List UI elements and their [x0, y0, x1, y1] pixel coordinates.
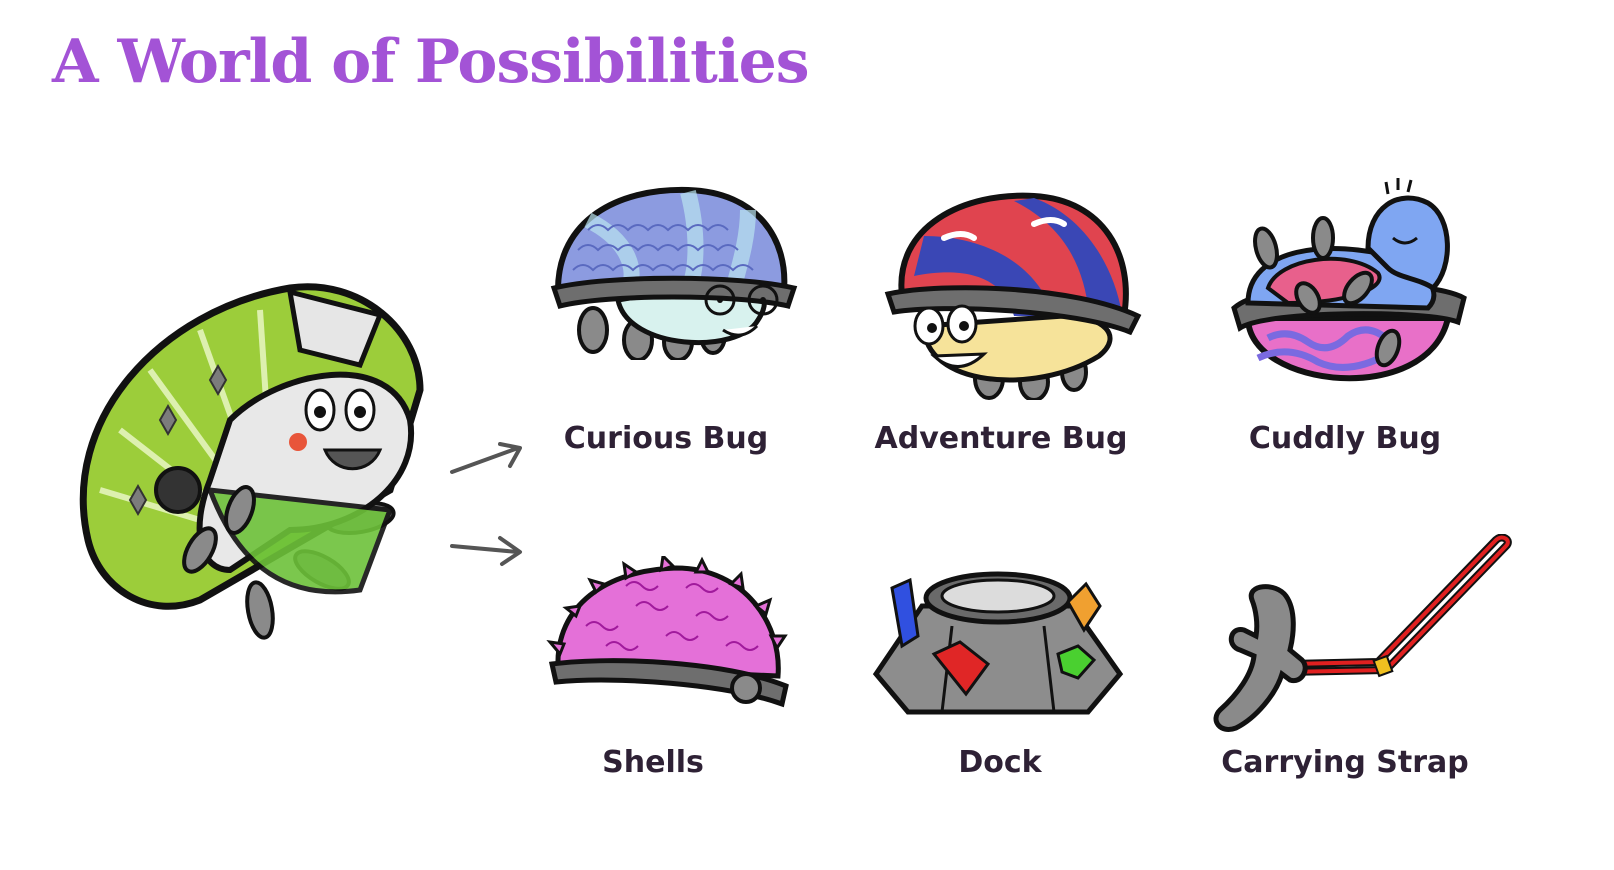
shells-illustration: [546, 556, 789, 708]
item-label-curious-bug: Curious Bug: [563, 421, 769, 456]
carrying-strap-illustration: [1213, 534, 1512, 732]
arrow-icon: [450, 536, 522, 566]
adventure-bug-illustration: [884, 192, 1142, 400]
slide: A World of Possibilities Curious Bug Adv…: [0, 0, 1614, 870]
dock-illustration: [872, 571, 1124, 715]
item-label-adventure-bug: Adventure Bug: [874, 421, 1128, 456]
item-label-cuddly-bug: Cuddly Bug: [1248, 421, 1442, 456]
arrow-icon: [450, 442, 522, 474]
cuddly-bug-illustration: [1231, 178, 1467, 382]
item-label-carrying-strap: Carrying Strap: [1221, 745, 1469, 780]
curious-bug-illustration: [550, 186, 798, 360]
item-label-dock: Dock: [958, 745, 1042, 780]
main-bug-illustration: [79, 283, 424, 640]
slide-title: A World of Possibilities: [52, 27, 810, 97]
item-label-shells: Shells: [602, 745, 704, 780]
